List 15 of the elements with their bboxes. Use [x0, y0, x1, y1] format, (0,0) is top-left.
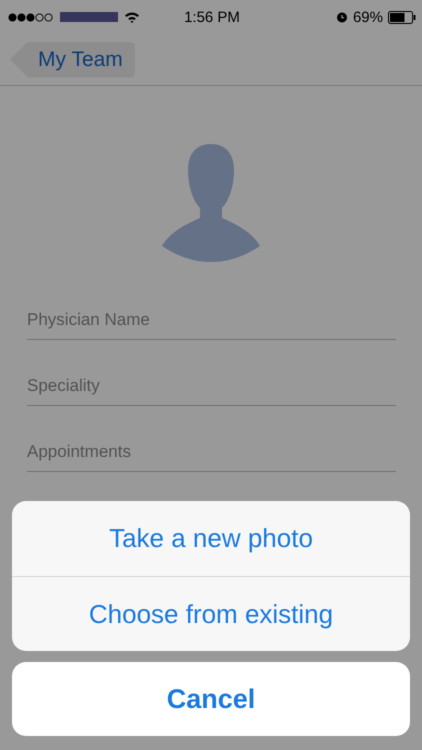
input-field[interactable]: Appointments	[27, 434, 396, 472]
back-button[interactable]: My Team	[10, 42, 135, 78]
cancel-button[interactable]: Cancel	[12, 662, 410, 736]
alarm-clock-icon	[336, 11, 348, 23]
person-silhouette-icon	[162, 144, 260, 262]
input-field[interactable]: Physician Name	[27, 302, 396, 340]
redaction-bar	[60, 12, 118, 22]
battery-icon	[388, 10, 416, 24]
battery-percentage: 69%	[352, 8, 383, 26]
input-field[interactable]: Speciality	[27, 368, 396, 406]
status-time: 1:56 PM	[184, 8, 240, 26]
signal-icon	[8, 12, 54, 22]
wifi-icon	[124, 11, 140, 23]
action-button[interactable]: Choose from existing	[12, 576, 410, 651]
action-button[interactable]: Take a new photo	[12, 501, 410, 576]
